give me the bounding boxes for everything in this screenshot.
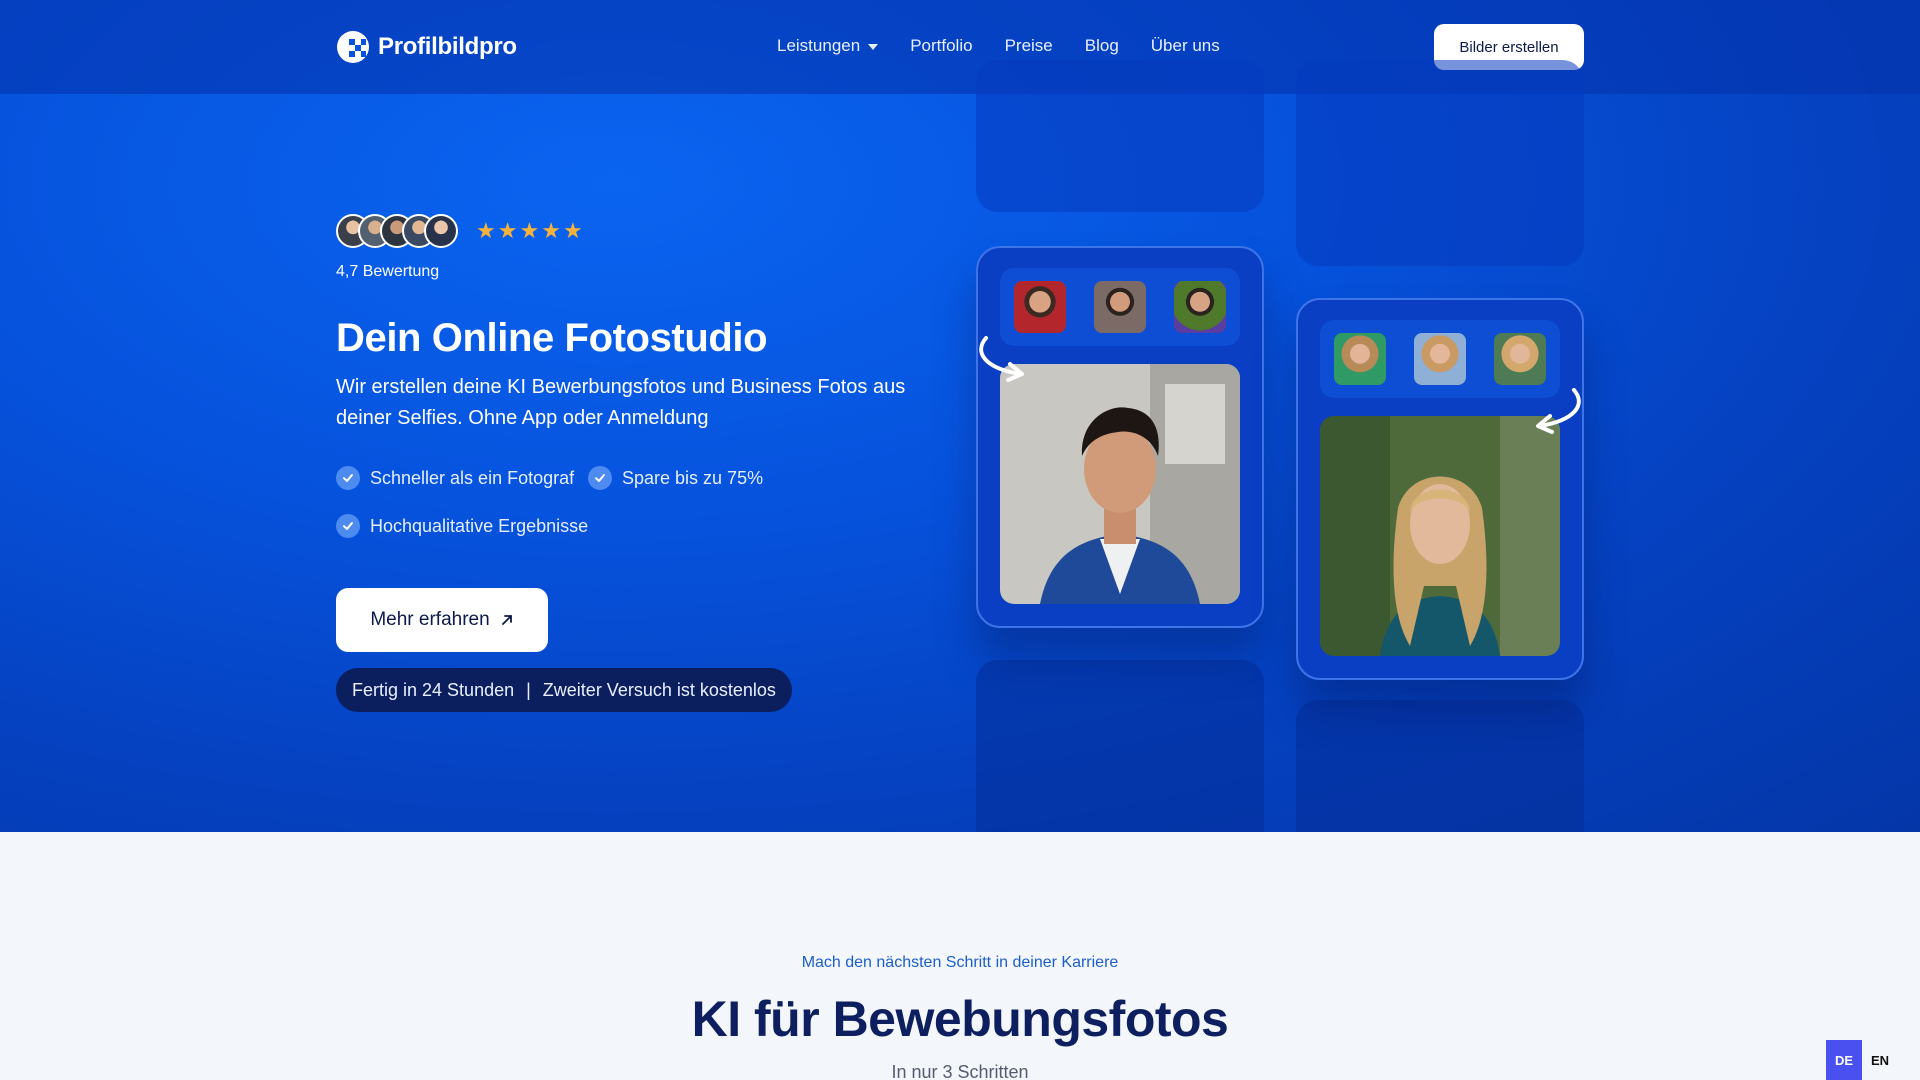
- selfie-thumbnail: [1414, 333, 1466, 385]
- example-card-female: [1296, 298, 1584, 680]
- feature-item: Hochqualitative Ergebnisse: [336, 514, 588, 538]
- star-rating: ★ ★ ★ ★ ★: [476, 220, 583, 242]
- learn-more-button[interactable]: Mehr erfahren: [336, 588, 548, 652]
- page-title: Dein Online Fotostudio: [336, 316, 768, 360]
- brand-logo[interactable]: Profilbildpro: [336, 30, 517, 64]
- nav-item-blog[interactable]: Blog: [1085, 36, 1119, 56]
- hero-section: Profilbildpro Leistungen Portfolio Preis…: [0, 0, 1920, 832]
- language-option-de[interactable]: DE: [1826, 1040, 1862, 1080]
- star-icon: ★: [497, 218, 518, 243]
- customer-avatars: [336, 214, 458, 248]
- example-card-male: [976, 246, 1264, 628]
- nav-item-ueber-uns[interactable]: Über uns: [1151, 36, 1220, 56]
- chevron-down-icon: [868, 44, 879, 50]
- nav-item-portfolio[interactable]: Portfolio: [910, 36, 972, 56]
- selfie-thumbnails: [1320, 320, 1560, 398]
- check-icon: [336, 514, 360, 538]
- selfie-thumbnail: [1014, 281, 1066, 333]
- selfie-thumbnail: [1334, 333, 1386, 385]
- decorative-panel: [976, 60, 1264, 212]
- brand-name: Profilbildpro: [378, 33, 517, 60]
- selfie-thumbnail: [1174, 281, 1226, 333]
- star-icon: ★: [476, 218, 496, 243]
- selfie-thumbnails: [1000, 268, 1240, 346]
- decorative-panel: [1296, 700, 1584, 832]
- star-icon: ★: [541, 218, 561, 243]
- arrow-icon: [1536, 388, 1581, 434]
- hero-subtitle: Wir erstellen deine KI Bewerbungsfotos u…: [336, 376, 906, 429]
- check-icon: [336, 466, 360, 490]
- feature-item: Spare bis zu 75%: [588, 466, 763, 490]
- star-icon: ★: [562, 218, 583, 243]
- selfie-thumbnail: [1494, 333, 1546, 385]
- language-switcher: DE EN: [1826, 1040, 1898, 1080]
- arrow-up-right-icon: [501, 615, 512, 625]
- decorative-panel: [1296, 60, 1584, 266]
- star-icon: ★: [519, 218, 540, 243]
- language-option-en[interactable]: EN: [1862, 1040, 1898, 1080]
- section-subtitle: In nur 3 Schritten: [891, 1062, 1029, 1080]
- generated-portrait: [1320, 416, 1560, 656]
- nav-item-preise[interactable]: Preise: [1005, 36, 1053, 56]
- check-icon: [588, 466, 612, 490]
- decorative-panel: [976, 660, 1264, 832]
- section-kicker: Mach den nächsten Schritt in deiner Karr…: [801, 954, 1119, 971]
- nav-item-leistungen[interactable]: Leistungen: [777, 36, 879, 56]
- selfie-thumbnail: [1094, 281, 1146, 333]
- section-title: KI für Bewebungsfotos: [691, 991, 1229, 1047]
- arrow-icon: [979, 336, 1024, 382]
- avatar: [424, 214, 458, 248]
- feature-item: Schneller als ein Fotograf: [336, 466, 574, 490]
- generated-portrait: [1000, 364, 1240, 604]
- logo-icon: [337, 31, 369, 63]
- delivery-info-badge: Fertig in 24 Stunden | Zweiter Versuch i…: [336, 668, 792, 712]
- main-nav: Leistungen Portfolio Preise Blog Über un…: [777, 36, 1220, 56]
- rating-text: 4,7 Bewertung: [336, 263, 440, 280]
